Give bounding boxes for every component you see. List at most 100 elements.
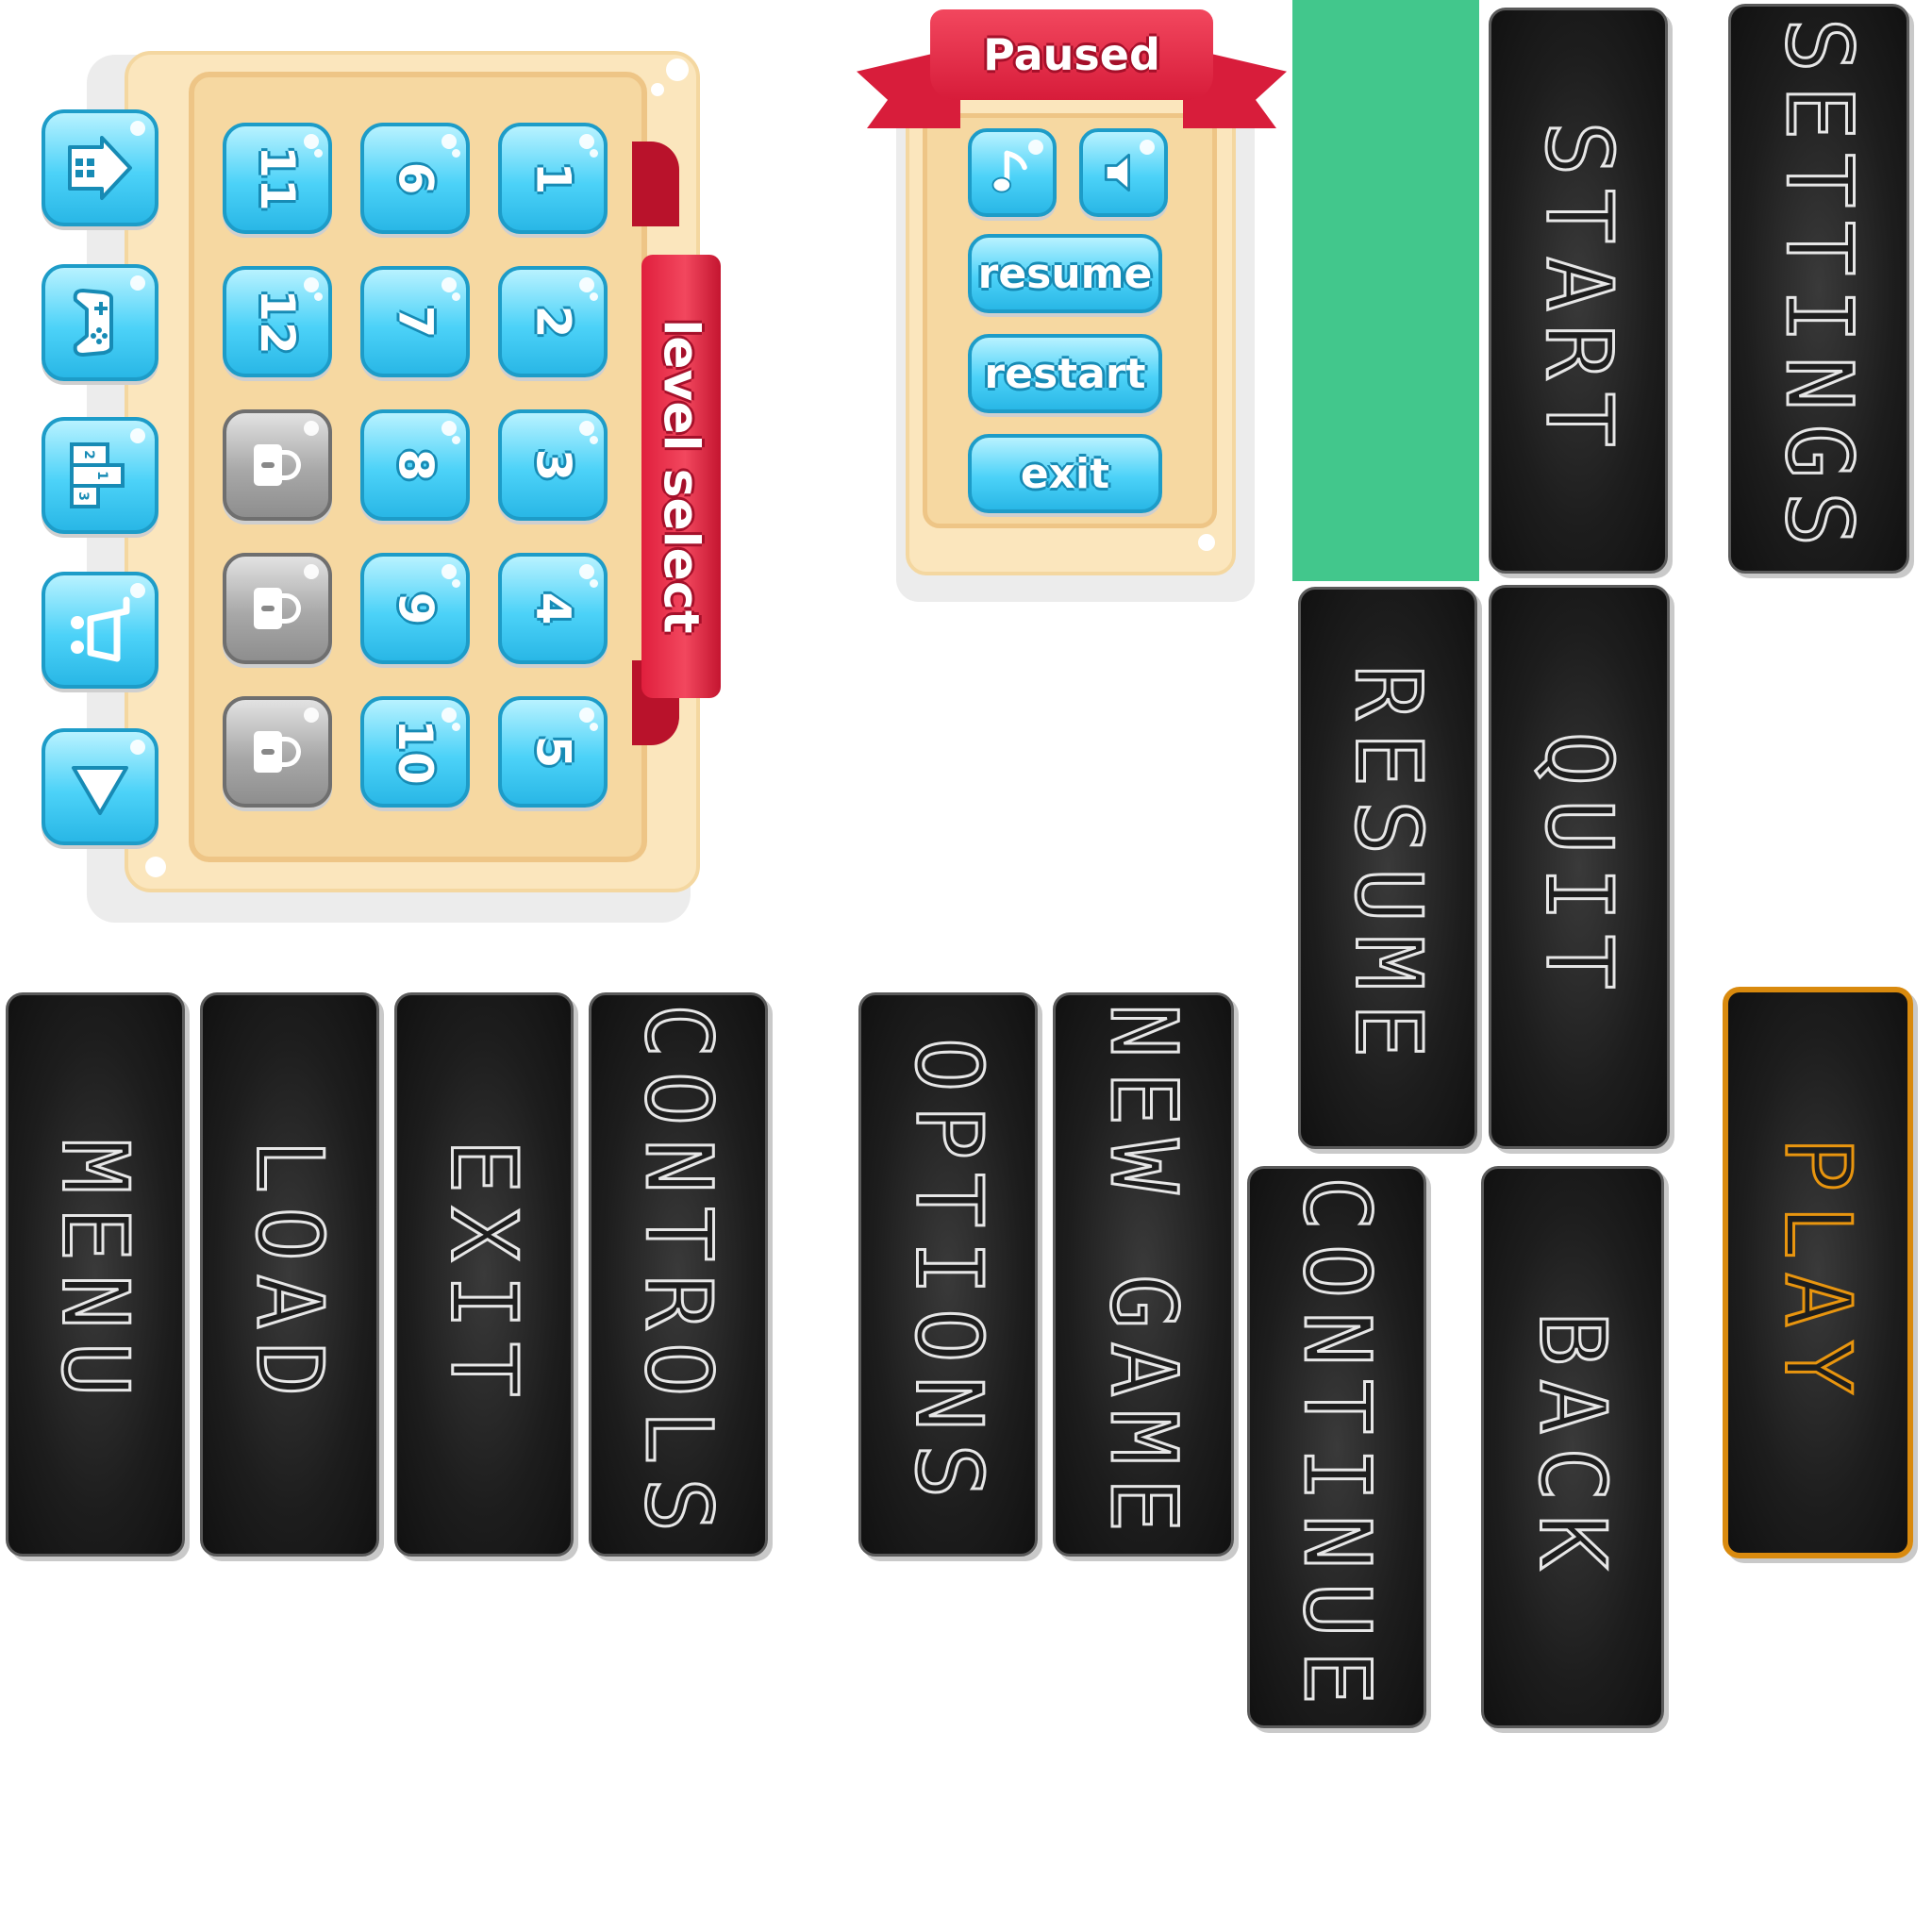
leaderboard-button[interactable]: 2 1 3 [42,417,158,534]
gloss [590,436,598,444]
gloss [452,292,460,301]
settings-label: SETTINGS [1765,16,1874,560]
shop-button[interactable] [42,572,158,689]
gloss [452,723,460,731]
locked-level-tile[interactable] [223,409,332,521]
music-note-icon [991,150,1027,193]
level-2-button[interactable]: 2 [498,266,608,377]
gloss [590,723,598,731]
gloss [1140,140,1155,155]
level-number: 10 [388,719,442,785]
gloss [590,149,598,158]
resume-chalk-label: RESUME [1334,663,1442,1073]
level-number: 1 [525,161,580,195]
options-label: OPTIONS [894,1036,1003,1513]
level-9-button[interactable]: 9 [360,553,470,664]
settings-button[interactable]: SETTINGS [1728,4,1909,574]
gloss [441,134,457,149]
exit-label: exit [1020,449,1110,498]
play-chalk-button[interactable]: PLAY [1723,987,1913,1558]
options-button[interactable]: OPTIONS [858,992,1038,1557]
level-number: 3 [525,448,580,482]
level-12-button[interactable]: 12 [223,266,332,377]
level-6-button[interactable]: 6 [360,123,470,234]
load-button[interactable]: LOAD [200,992,379,1557]
lock-icon [254,444,301,486]
play-triangle-icon [72,766,128,815]
level-5-button[interactable]: 5 [498,696,608,808]
gloss [441,708,457,723]
continue-button[interactable]: CONTINUE [1247,1166,1426,1728]
lock-icon [254,731,301,773]
paused-banner: Paused [930,9,1213,100]
gloss [441,564,457,579]
gloss [579,564,594,579]
gloss [304,708,319,723]
level-number: 4 [525,591,580,625]
quit-label: QUIT [1525,730,1634,1004]
panel-bubble [651,83,664,96]
level-number: 12 [250,289,305,355]
start-label: START [1524,120,1633,461]
level-number: 11 [250,145,305,211]
controls-label: CONTROLS [625,1002,733,1546]
gloss [304,134,319,149]
gloss [441,421,457,436]
level-number: 2 [525,305,580,339]
gloss [590,292,598,301]
play-button[interactable] [42,728,158,845]
start-button[interactable]: START [1489,8,1668,574]
back-button[interactable]: BACK [1481,1166,1664,1728]
panel-bubble [666,58,689,81]
paused-title: Paused [983,29,1160,80]
restart-button[interactable]: restart [968,334,1162,413]
level-number: 6 [387,161,442,195]
podium-third-label: 3 [75,491,91,501]
level-7-button[interactable]: 7 [360,266,470,377]
level-11-button[interactable]: 11 [223,123,332,234]
ribbon-fold [632,142,679,226]
quit-button[interactable]: QUIT [1489,585,1670,1149]
home-button[interactable] [42,109,158,226]
gloss [441,277,457,292]
gloss [314,149,323,158]
speaker-icon [1104,153,1130,192]
new-game-button[interactable]: NEW GAME [1053,992,1234,1557]
podium-icon: 2 1 3 [70,442,125,508]
locked-level-tile[interactable] [223,553,332,664]
level-select-banner: level select [641,255,721,698]
home-icon [68,136,132,200]
gloss [1028,140,1043,155]
gloss [304,564,319,579]
controls-button[interactable]: CONTROLS [589,992,768,1557]
back-label: BACK [1519,1310,1627,1584]
level-number: 5 [525,735,580,769]
gloss [452,579,460,588]
panel-bubble [145,857,166,877]
resume-chalk-button[interactable]: RESUME [1298,587,1477,1149]
exit-button[interactable]: exit [968,434,1162,513]
podium-second-label: 2 [81,450,96,459]
level-1-button[interactable]: 1 [498,123,608,234]
level-10-button[interactable]: 10 [360,696,470,808]
level-3-button[interactable]: 3 [498,409,608,521]
level-number: 8 [387,448,442,482]
resume-button[interactable]: resume [968,234,1162,313]
level-number: 7 [387,305,442,339]
sound-toggle-button[interactable] [1079,128,1168,217]
resume-label: resume [977,249,1153,298]
level-8-button[interactable]: 8 [360,409,470,521]
level-4-button[interactable]: 4 [498,553,608,664]
menu-button[interactable]: MENU [6,992,185,1557]
music-toggle-button[interactable] [968,128,1057,217]
exit-chalk-button[interactable]: EXIT [394,992,574,1557]
green-block [1292,0,1479,581]
locked-level-tile[interactable] [223,696,332,808]
gloss [579,708,594,723]
cart-icon [71,596,130,662]
gloss [130,740,145,755]
games-button[interactable] [42,264,158,381]
podium-first-label: 1 [94,471,109,480]
level-number: 9 [387,591,442,625]
gloss [579,277,594,292]
